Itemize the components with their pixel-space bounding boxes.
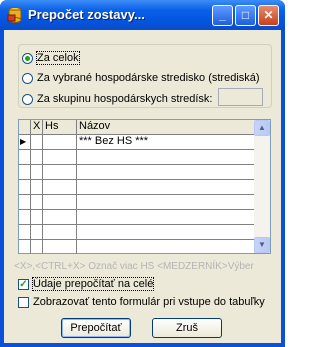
cell-nazov[interactable]: *** Bez HS *** — [77, 135, 255, 149]
table-row-empty[interactable] — [19, 180, 255, 195]
checkbox-label: Údaje prepočítať na celé — [31, 277, 155, 291]
group-code-field[interactable] — [218, 88, 263, 106]
checkbox-prepocitat-na-cele[interactable]: ✓ Údaje prepočítať na celé — [18, 277, 155, 291]
app-database-icon — [6, 6, 24, 24]
keyboard-hint: <X>,<CTRL+X> Označ viac HS <MEDZERNÍK>Vý… — [14, 261, 254, 272]
table-row-empty[interactable] — [19, 240, 255, 254]
radio-vybrane-stredisko[interactable]: Za vybrané hospodárske stredisko (stredi… — [22, 72, 260, 84]
checkbox-indicator[interactable] — [18, 296, 29, 308]
table-row-empty[interactable] — [19, 225, 255, 240]
window-title: Prepočet zostavy... — [28, 7, 145, 22]
grid-column-x[interactable]: X — [31, 120, 43, 134]
maximize-button[interactable]: □ — [235, 5, 256, 26]
cancel-button[interactable]: Zruš — [152, 318, 222, 338]
grid-column-hs[interactable]: Hs — [43, 120, 77, 134]
cell-hs[interactable] — [43, 135, 77, 149]
grid-header-indicator — [19, 120, 31, 134]
radio-za-celok[interactable]: Za celok — [22, 51, 80, 65]
radio-skupina-stredisk[interactable]: Za skupinu hospodárskych stredísk: — [22, 93, 212, 105]
radio-label: Za celok — [36, 51, 80, 65]
grid-scrollbar[interactable]: ▲ ▼ — [254, 120, 270, 253]
minimize-button[interactable]: _ — [212, 5, 233, 26]
checkbox-zobrazovat-formular[interactable]: Zobrazovať tento formulár pri vstupe do … — [18, 296, 265, 308]
radio-indicator[interactable] — [22, 72, 33, 84]
checkbox-label: Zobrazovať tento formulár pri vstupe do … — [33, 296, 265, 308]
checkbox-indicator[interactable]: ✓ — [18, 278, 29, 290]
cost-center-grid[interactable]: X Hs Názov ▶ *** Bez HS *** ▲ ▼ — [18, 119, 271, 254]
table-row[interactable]: ▶ *** Bez HS *** — [19, 135, 255, 150]
radio-label: Za skupinu hospodárskych stredísk: — [37, 93, 213, 105]
table-row-empty[interactable] — [19, 195, 255, 210]
radio-label: Za vybrané hospodárske stredisko (stredi… — [37, 72, 260, 84]
row-pointer-icon: ▶ — [19, 135, 31, 149]
grid-header: X Hs Názov — [19, 120, 255, 135]
table-row-empty[interactable] — [19, 210, 255, 225]
recalculate-button[interactable]: Prepočítať — [61, 318, 131, 338]
table-row-empty[interactable] — [19, 150, 255, 165]
radio-indicator[interactable] — [22, 52, 33, 64]
close-button[interactable]: ✕ — [258, 5, 279, 26]
title-bar[interactable]: Prepočet zostavy... _ □ ✕ — [0, 0, 285, 30]
dialog-client-area: Za celok Za vybrané hospodárske stredisk… — [4, 30, 281, 343]
grid-column-nazov[interactable]: Názov — [77, 120, 255, 134]
scroll-down-icon[interactable]: ▼ — [254, 237, 270, 253]
radio-indicator[interactable] — [22, 93, 33, 105]
table-row-empty[interactable] — [19, 165, 255, 180]
cell-x[interactable] — [31, 135, 43, 149]
dialog-window: Prepočet zostavy... _ □ ✕ Za celok Za vy… — [0, 0, 285, 347]
scroll-up-icon[interactable]: ▲ — [254, 120, 270, 136]
